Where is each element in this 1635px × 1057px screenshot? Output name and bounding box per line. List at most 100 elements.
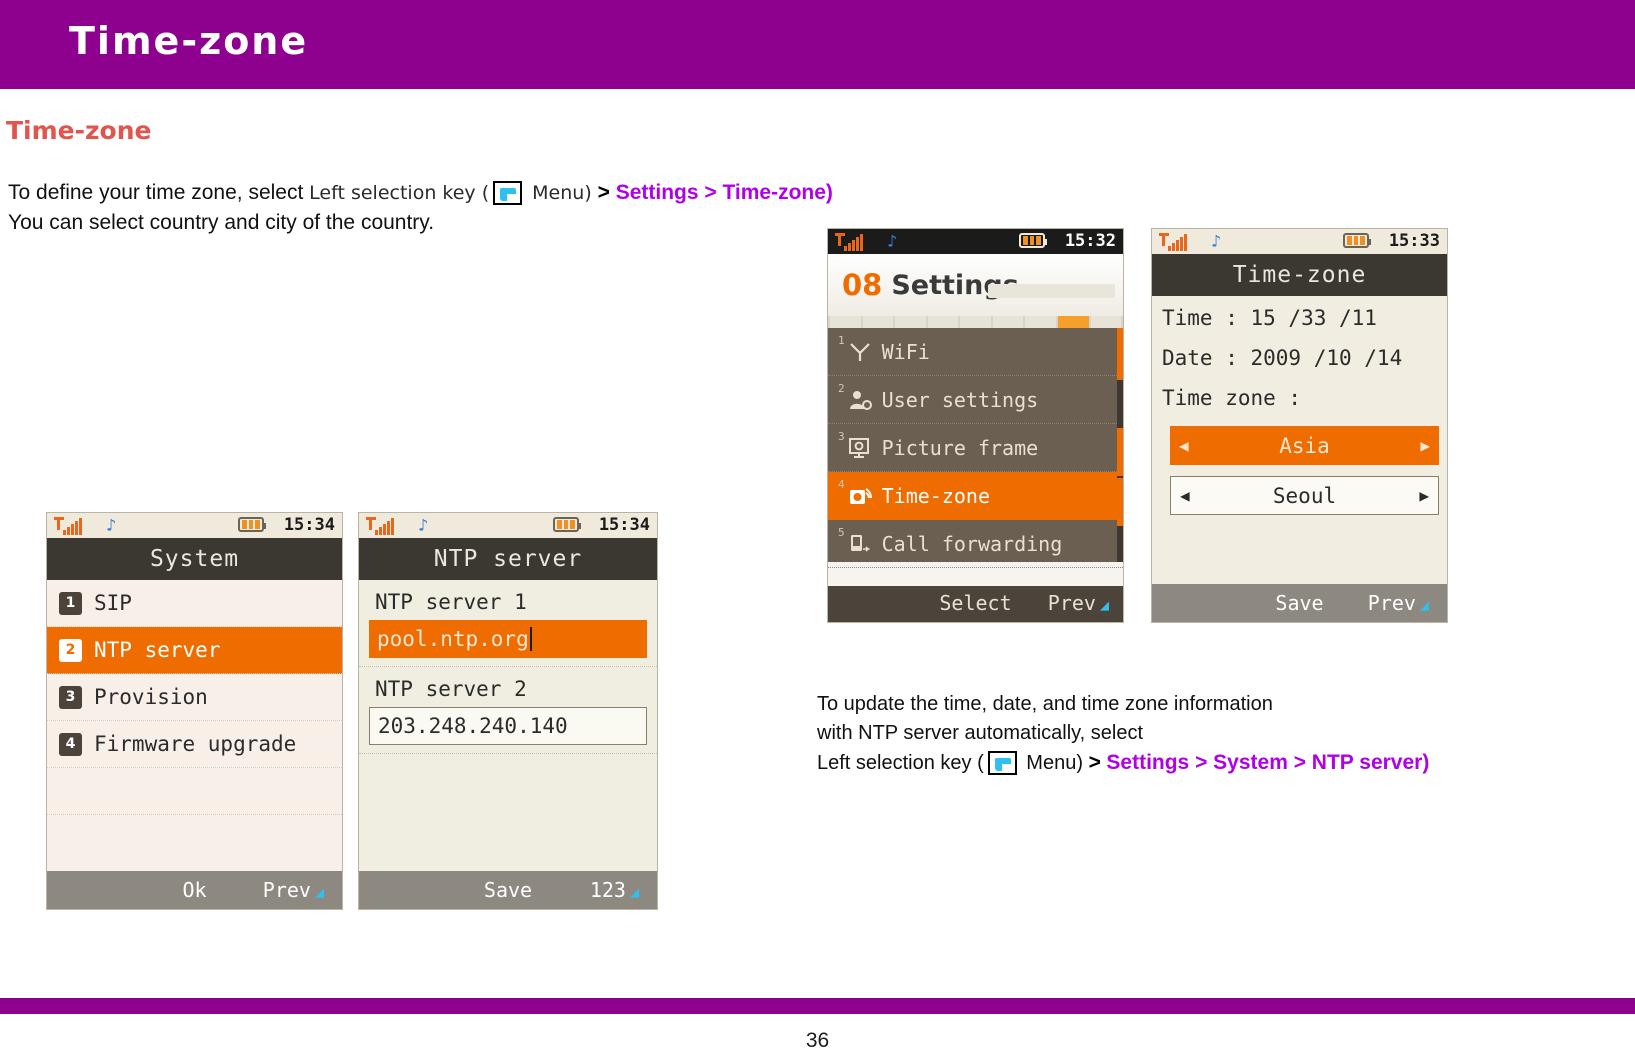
softkey-bar: Save Prev ◢ bbox=[1152, 584, 1447, 622]
page-dot bbox=[895, 316, 926, 328]
music-note-icon: ♪ bbox=[418, 515, 429, 536]
status-time: 15:32 bbox=[1064, 231, 1116, 251]
ntp-server-2-value: 203.248.240.140 bbox=[378, 714, 568, 738]
chevron-left-icon[interactable]: ◀ bbox=[1180, 486, 1190, 505]
intro-menu-path: Settings > Time-zone) bbox=[615, 181, 833, 204]
note-menu-path: Settings > System > NTP server) bbox=[1106, 751, 1430, 774]
time-zone-label: Time zone : bbox=[1162, 386, 1302, 410]
item-label: SIP bbox=[94, 591, 132, 615]
settings-header: 08 Settings bbox=[828, 254, 1123, 316]
system-item-ntp-server[interactable]: 2 NTP server bbox=[47, 627, 342, 674]
section-heading: Time-zone bbox=[6, 116, 152, 145]
softkey-prev-label: Prev bbox=[1367, 591, 1416, 615]
region-value: Asia bbox=[1279, 433, 1330, 458]
item-index: 5 bbox=[838, 526, 845, 539]
ntp-server-1-input[interactable]: pool.ntp.org bbox=[369, 620, 647, 658]
settings-item-wifi[interactable]: 1 WiFi bbox=[828, 328, 1123, 376]
note-line-2: with NTP server automatically, select bbox=[817, 722, 1144, 744]
status-time: 15:34 bbox=[598, 515, 650, 535]
screen-title: Time-zone bbox=[1152, 254, 1447, 296]
signal-bars-icon bbox=[54, 516, 84, 535]
softkey-prev[interactable]: Prev ◢ bbox=[1048, 591, 1109, 615]
item-label: WiFi bbox=[881, 339, 930, 364]
settings-item-picture-frame[interactable]: 3 Picture frame bbox=[828, 424, 1123, 472]
chevron-right-icon[interactable]: ▶ bbox=[1419, 486, 1429, 505]
phone-screen-ntp-server: ♪ 15:34 NTP server NTP server 1 pool.ntp… bbox=[358, 512, 658, 910]
phone-screen-timezone: ♪ 15:33 Time-zone Time : 15 /33 /11 Date… bbox=[1151, 228, 1448, 623]
page-dot bbox=[1025, 316, 1056, 328]
item-index: 3 bbox=[838, 430, 845, 443]
system-item-firmware-upgrade[interactable]: 4 Firmware upgrade bbox=[47, 721, 342, 768]
signal-bars-icon bbox=[835, 232, 865, 251]
signal-bars-icon bbox=[1159, 232, 1189, 251]
scrollbar-thumb[interactable] bbox=[1117, 428, 1123, 476]
softkey-bar: Save 123 ◢ bbox=[359, 871, 657, 909]
system-item-provision[interactable]: 3 Provision bbox=[47, 674, 342, 721]
softkey-prev-label: Prev bbox=[1047, 591, 1096, 615]
date-value-row: Date : 2009 /10 /14 bbox=[1162, 346, 1403, 370]
item-label: Call forwarding bbox=[881, 531, 1063, 556]
page-dot bbox=[992, 316, 1024, 328]
phone-screen-system: ♪ 15:34 System 1 SIP 2 NTP server 3 Prov… bbox=[46, 512, 343, 910]
softkey-prev[interactable]: Prev ◢ bbox=[1368, 591, 1429, 615]
battery-icon bbox=[1343, 233, 1371, 248]
softkey-input-mode-label: 123 bbox=[589, 878, 626, 902]
softkey-select[interactable]: Select bbox=[939, 591, 1011, 615]
item-index: 1 bbox=[59, 591, 82, 615]
scrollbar-thumb[interactable] bbox=[1117, 478, 1123, 526]
user-settings-icon bbox=[847, 388, 873, 412]
chevron-right-icon[interactable]: ▶ bbox=[1420, 436, 1430, 455]
softkey-ok[interactable]: Ok bbox=[182, 878, 206, 902]
screen-title: NTP server bbox=[359, 538, 657, 580]
item-index: 3 bbox=[59, 685, 82, 709]
item-label: User settings bbox=[881, 387, 1039, 412]
intro-menu-text: Menu) bbox=[526, 182, 592, 204]
ntp-server-2-input[interactable]: 203.248.240.140 bbox=[369, 707, 647, 745]
softkey-input-mode[interactable]: 123 ◢ bbox=[590, 878, 639, 902]
intro-text-lead: To define your time zone, select bbox=[8, 181, 310, 204]
status-bar: ♪ 15:34 bbox=[359, 513, 657, 538]
status-bar: ♪ 15:32 bbox=[828, 229, 1123, 254]
timezone-body: Time : 15 /33 /11 Date : 2009 /10 /14 Ti… bbox=[1152, 296, 1447, 515]
battery-icon bbox=[553, 517, 581, 532]
status-bar: ♪ 15:33 bbox=[1152, 229, 1447, 254]
note-menu-text: Menu) bbox=[1020, 752, 1083, 774]
chevron-left-icon[interactable]: ◀ bbox=[1179, 436, 1189, 455]
settings-scrollbar[interactable] bbox=[1117, 328, 1123, 562]
settings-item-call-forwarding[interactable]: 5 Call forwarding bbox=[828, 520, 1123, 568]
music-note-icon: ♪ bbox=[106, 515, 117, 536]
city-selector[interactable]: ◀ Seoul ▶ bbox=[1170, 476, 1439, 515]
text-caret bbox=[529, 627, 532, 651]
city-value: Seoul bbox=[1272, 483, 1337, 508]
settings-item-time-zone[interactable]: 4 Time-zone bbox=[828, 472, 1123, 520]
page-title: Time-zone bbox=[69, 19, 309, 63]
intro-chevron: > bbox=[597, 181, 610, 204]
music-note-icon: ♪ bbox=[1211, 231, 1222, 252]
region-selector[interactable]: ◀ Asia ▶ bbox=[1170, 426, 1439, 465]
signal-bars-icon bbox=[366, 516, 396, 535]
softkey-prev[interactable]: Prev ◢ bbox=[263, 878, 324, 902]
system-item-sip[interactable]: 1 SIP bbox=[47, 580, 342, 627]
note-line-1: To update the time, date, and time zone … bbox=[817, 693, 1273, 715]
battery-icon bbox=[1019, 233, 1047, 248]
item-label: Provision bbox=[94, 685, 208, 709]
call-forwarding-icon bbox=[847, 532, 873, 556]
softkey-save[interactable]: Save bbox=[1275, 591, 1323, 615]
item-label: Picture frame bbox=[881, 435, 1039, 460]
header-rule bbox=[988, 284, 1115, 298]
empty-row bbox=[47, 768, 342, 815]
page-dot bbox=[862, 316, 894, 328]
page-dot bbox=[830, 316, 861, 328]
back-arrow-icon: ◢ bbox=[629, 883, 639, 901]
status-time: 15:34 bbox=[283, 515, 335, 535]
item-index: 2 bbox=[838, 382, 845, 395]
scrollbar-thumb[interactable] bbox=[1117, 328, 1123, 380]
page-dot bbox=[960, 316, 991, 328]
settings-item-user-settings[interactable]: 2 User settings bbox=[828, 376, 1123, 424]
page-number: 36 bbox=[805, 1029, 830, 1052]
settings-menu-list: 1 WiFi 2 User settings 3 Picture frame 4 bbox=[828, 328, 1123, 568]
divider bbox=[359, 753, 657, 754]
note-softkey-text: Left selection key ( bbox=[817, 752, 984, 774]
softkey-save[interactable]: Save bbox=[484, 878, 532, 902]
softkey-prev-label: Prev bbox=[262, 878, 311, 902]
